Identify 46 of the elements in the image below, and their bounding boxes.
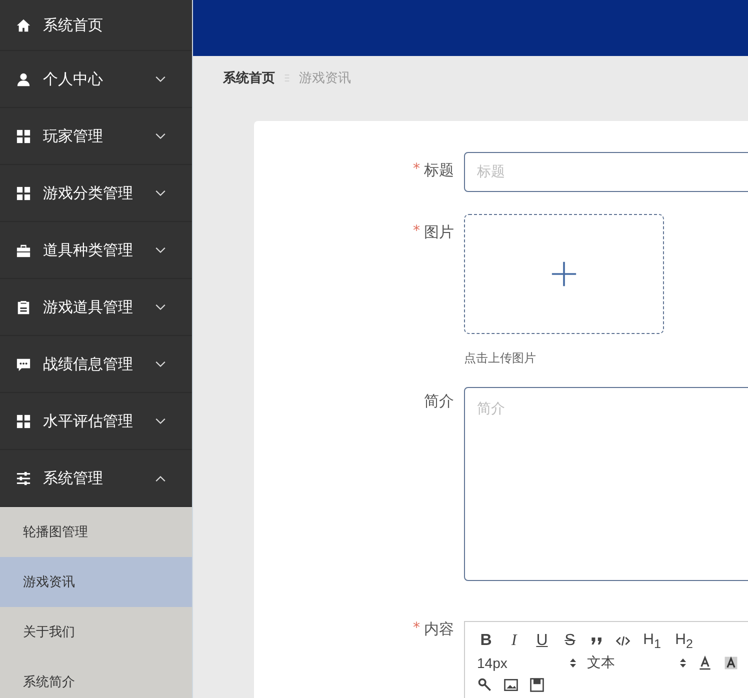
bold-button[interactable]: B	[477, 632, 495, 650]
user-icon	[16, 72, 31, 86]
plus-icon	[551, 261, 577, 287]
text-color-icon[interactable]	[697, 655, 713, 671]
format-select[interactable]: 14px	[477, 655, 577, 671]
field-label: 简介	[424, 392, 454, 411]
menu-item[interactable]: 系统首页	[0, 0, 192, 51]
required-mark: *	[413, 223, 420, 239]
menu-item[interactable]: 游戏分类管理	[0, 165, 192, 222]
breadcrumb-link[interactable]: 系统首页	[223, 69, 275, 87]
field-label: 标题	[424, 161, 454, 180]
sliders-icon	[16, 470, 31, 486]
required-mark: *	[413, 161, 420, 177]
image-icon[interactable]	[503, 677, 519, 693]
heading-button[interactable]: H$_{2}$	[673, 631, 695, 651]
submenu-item[interactable]: 系统简介	[0, 657, 192, 698]
field-label: 内容	[424, 620, 454, 639]
menu-item[interactable]: 游戏道具管理	[0, 279, 192, 336]
format-select[interactable]: 文本	[587, 654, 687, 672]
home-icon	[16, 18, 31, 32]
summary-textarea[interactable]: 简介	[464, 387, 748, 581]
submenu-item[interactable]: 游戏资讯	[0, 557, 192, 607]
required-mark: *	[413, 620, 420, 636]
grid-icon	[16, 128, 31, 144]
updown-icon	[569, 657, 577, 669]
italic-button[interactable]: I	[505, 632, 523, 650]
title-input[interactable]: 标题	[464, 152, 748, 192]
upload-hint: 点击上传图片	[464, 350, 537, 367]
underline-button[interactable]: U	[533, 632, 551, 650]
field-label: 图片	[424, 223, 454, 242]
grid-icon	[16, 186, 31, 200]
submenu-item[interactable]: 关于我们	[0, 607, 192, 657]
submenu-item[interactable]: 轮播图管理	[0, 507, 192, 557]
heading-button[interactable]: H$_{1}$	[641, 631, 663, 651]
menu-item[interactable]: 个人中心	[0, 51, 192, 108]
clipboard-icon	[16, 300, 31, 314]
menu-item[interactable]: 玩家管理	[0, 108, 192, 165]
menu-item[interactable]: 战绩信息管理	[0, 336, 192, 393]
strikethrough-button[interactable]: S	[561, 632, 579, 650]
highlight-icon[interactable]	[723, 655, 739, 671]
menu-item[interactable]: 道具种类管理	[0, 222, 192, 279]
briefcase-icon	[16, 242, 31, 258]
menu-item[interactable]: 水平评估管理	[0, 393, 192, 450]
grid-icon	[16, 414, 31, 428]
updown-icon	[679, 657, 687, 669]
chat-icon	[16, 356, 31, 372]
